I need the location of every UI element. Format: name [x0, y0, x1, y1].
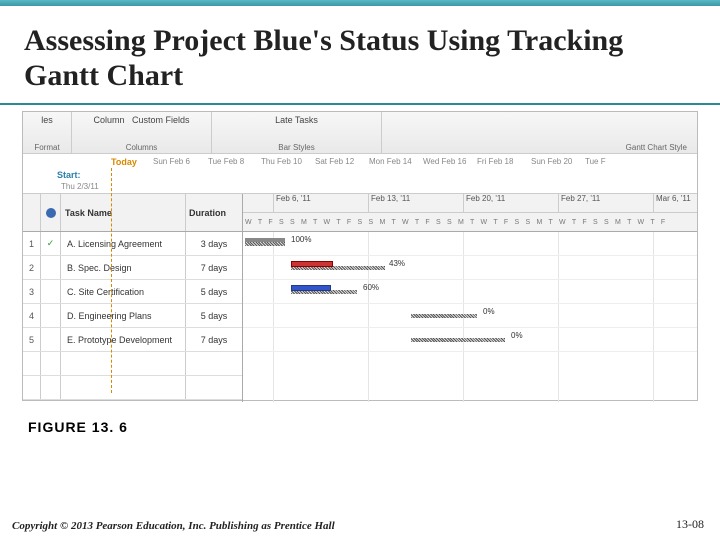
week-label: Feb 6, '11	[273, 194, 311, 212]
percent-label: 43%	[389, 259, 405, 268]
gantt-timescale-header: Feb 6, '11 Feb 13, '11 Feb 20, '11 Feb 27, …	[243, 194, 697, 232]
slide-title: Assessing Project Blue's Status Using Tr…	[24, 24, 696, 93]
col-rownum	[23, 194, 41, 231]
today-label: Today	[111, 157, 137, 167]
row-number: 5	[23, 328, 41, 351]
ribbon-group-format[interactable]: les Format	[23, 112, 71, 153]
table-row[interactable]: 4 D. Engineering Plans5 days	[23, 304, 242, 328]
progress-bar[interactable]	[245, 238, 285, 242]
table-row-empty	[23, 376, 242, 400]
ribbon-group-label: Format	[27, 143, 67, 152]
gantt-bar-row: 60%	[243, 280, 697, 304]
row-indicator	[41, 304, 61, 327]
table-header-row: Task Name Duration	[23, 194, 242, 232]
table-row-empty	[23, 352, 242, 376]
ribbon-bar: les Format Column Custom Fields Columns …	[23, 112, 697, 154]
progress-bar[interactable]	[291, 261, 333, 267]
week-label: Mar 6, '11	[653, 194, 691, 212]
table-row[interactable]: 5 E. Prototype Development7 days	[23, 328, 242, 352]
timeline-date: Sun Feb 6	[153, 157, 190, 166]
task-duration[interactable]: 7 days	[186, 328, 242, 351]
ribbon-group-barstyles[interactable]: Late Tasks Bar Styles	[211, 112, 381, 153]
gantt-bar-row: 0%	[243, 304, 697, 328]
row-number: 1	[23, 232, 41, 255]
row-number: 3	[23, 280, 41, 303]
gantt-bar-row: 0%	[243, 328, 697, 352]
row-number: 2	[23, 256, 41, 279]
percent-label: 100%	[291, 235, 311, 244]
copyright-footer: Copyright © 2013 Pearson Education, Inc.…	[12, 520, 335, 532]
col-indicator	[41, 194, 61, 231]
timeline-date: Tue F	[585, 157, 606, 166]
slide-title-area: Assessing Project Blue's Status Using Tr…	[0, 6, 720, 105]
task-duration[interactable]: 5 days	[186, 304, 242, 327]
week-label: Feb 20, '11	[463, 194, 505, 212]
table-row[interactable]: 3 C. Site Certification5 days	[23, 280, 242, 304]
timeline-band: Today Start: Thu 2/3/11 Sun Feb 6 Tue Feb…	[23, 154, 697, 194]
baseline-bar[interactable]	[245, 242, 285, 246]
row-number: 4	[23, 304, 41, 327]
week-label: Feb 13, '11	[368, 194, 410, 212]
task-duration[interactable]: 7 days	[186, 256, 242, 279]
ribbon-label: Late Tasks	[216, 115, 377, 125]
task-name[interactable]: B. Spec. Design	[61, 256, 186, 279]
ribbon-group-columns[interactable]: Column Custom Fields Columns	[71, 112, 211, 153]
timeline-date: Mon Feb 14	[369, 157, 412, 166]
col-duration[interactable]: Duration	[186, 194, 242, 231]
timeline-date: Thu Feb 10	[261, 157, 302, 166]
info-icon	[46, 208, 56, 218]
task-duration[interactable]: 3 days	[186, 232, 242, 255]
gantt-bars-area: 100% 43% 60% 0% 0%	[243, 232, 697, 402]
task-name[interactable]: C. Site Certification	[61, 280, 186, 303]
ribbon-group-label: Gantt Chart Style	[386, 143, 693, 152]
start-date: Thu 2/3/11	[61, 182, 99, 191]
ribbon-group-label: Bar Styles	[216, 143, 377, 152]
row-indicator	[41, 280, 61, 303]
page-number: 13-08	[676, 517, 704, 532]
ribbon-group-style[interactable]: Gantt Chart Style	[381, 112, 697, 153]
col-taskname[interactable]: Task Name	[61, 194, 186, 231]
timeline-date: Tue Feb 8	[208, 157, 244, 166]
task-name[interactable]: E. Prototype Development	[61, 328, 186, 351]
task-name[interactable]: D. Engineering Plans	[61, 304, 186, 327]
ribbon-group-label: Columns	[76, 143, 207, 152]
week-label: Feb 27, '11	[558, 194, 600, 212]
timeline-date: Wed Feb 16	[423, 157, 466, 166]
ribbon-label: Column	[93, 115, 124, 125]
gantt-grid: Task Name Duration 1✓A. Licensing Agreem…	[23, 194, 697, 402]
days-row: W T F S S M T W T F S S M T W T F S S M …	[243, 212, 697, 232]
baseline-bar[interactable]	[411, 314, 477, 318]
percent-label: 0%	[483, 307, 495, 316]
task-name[interactable]: A. Licensing Agreement	[61, 232, 186, 255]
ribbon-label: Custom Fields	[132, 115, 190, 125]
table-row[interactable]: 1✓A. Licensing Agreement3 days	[23, 232, 242, 256]
ribbon-label: les	[27, 115, 67, 125]
gantt-bar-row: 100%	[243, 232, 697, 256]
table-row[interactable]: 2 B. Spec. Design7 days	[23, 256, 242, 280]
start-label: Start:	[57, 170, 81, 180]
gantt-bar-row: 43%	[243, 256, 697, 280]
task-table: Task Name Duration 1✓A. Licensing Agreem…	[23, 194, 243, 402]
baseline-bar[interactable]	[411, 338, 505, 342]
row-indicator	[41, 256, 61, 279]
gantt-chart-area: Feb 6, '11 Feb 13, '11 Feb 20, '11 Feb 27, …	[243, 194, 697, 402]
percent-label: 60%	[363, 283, 379, 292]
gantt-screenshot: les Format Column Custom Fields Columns …	[22, 111, 698, 401]
percent-label: 0%	[511, 331, 523, 340]
figure-label: FIGURE 13. 6	[28, 419, 720, 435]
progress-bar[interactable]	[291, 285, 331, 291]
task-duration[interactable]: 5 days	[186, 280, 242, 303]
timeline-date: Fri Feb 18	[477, 157, 513, 166]
row-indicator	[41, 328, 61, 351]
row-indicator: ✓	[41, 232, 61, 255]
today-indicator-line	[111, 168, 112, 393]
timeline-date: Sat Feb 12	[315, 157, 354, 166]
timeline-date: Sun Feb 20	[531, 157, 572, 166]
